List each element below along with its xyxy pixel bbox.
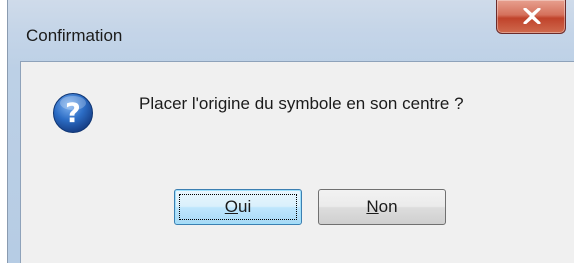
yes-button[interactable]: Oui (174, 189, 302, 225)
close-x-icon (523, 8, 541, 24)
close-button[interactable] (496, 0, 566, 34)
svg-text:?: ? (65, 98, 81, 129)
question-icon: ? (52, 92, 94, 134)
title-bar[interactable]: Confirmation (8, 0, 574, 60)
no-button-label: Non (366, 197, 398, 216)
no-button[interactable]: Non (318, 189, 446, 225)
yes-button-label: Oui (224, 197, 252, 216)
window-title: Confirmation (26, 26, 123, 45)
dialog-body: ? Placer l'origine du symbole en son cen… (20, 61, 574, 263)
dialog-window: Confirmation ? Placer l'origine du symbo… (7, 0, 574, 263)
confirmation-message: Placer l'origine du symbole en son centr… (139, 94, 464, 113)
